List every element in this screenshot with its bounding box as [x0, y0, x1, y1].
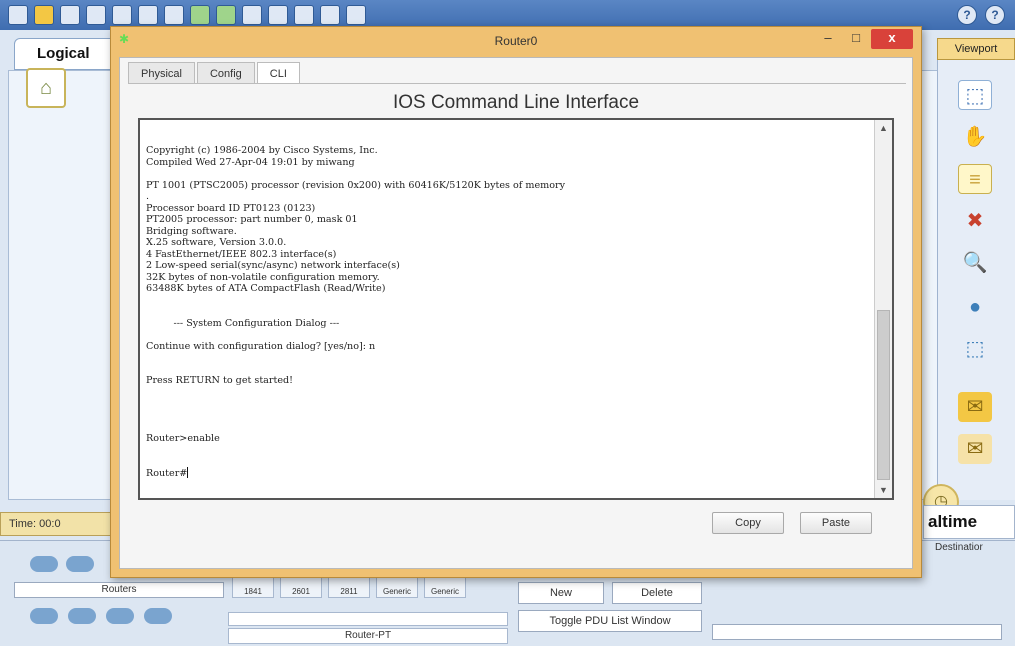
pdu-new-button[interactable]: New [518, 582, 604, 604]
device-name-label: Router-PT [228, 628, 508, 644]
end-device-icon[interactable] [30, 608, 58, 624]
terminal-line: Compiled Wed 27-Apr-04 19:01 by miwang [146, 156, 355, 168]
scroll-thumb[interactable] [877, 310, 890, 480]
custom-device-icon[interactable] [346, 5, 366, 25]
terminal-line: Copyright (c) 1986-2004 by Cisco Systems… [146, 145, 378, 156]
info-icon[interactable]: ? [957, 5, 977, 25]
scroll-down-icon[interactable]: ▼ [875, 482, 892, 498]
zoom-out-icon[interactable] [294, 5, 314, 25]
viewport-tab[interactable]: Viewport [937, 38, 1015, 60]
draw-shape-icon[interactable]: ● [958, 292, 992, 322]
save-icon[interactable] [60, 5, 80, 25]
router-tabs: Physical Config CLI [128, 62, 302, 84]
close-button[interactable]: x [871, 29, 913, 49]
terminal-line: 32K bytes of non-volatile configuration … [146, 271, 380, 283]
text-cursor [187, 467, 189, 478]
terminal-line: PT 1001 (PTSC2005) processor (revision 0… [146, 179, 566, 191]
inspect-icon[interactable]: 🔍 [958, 248, 992, 278]
add-complex-pdu-icon[interactable]: ✉ [958, 434, 992, 464]
open-folder-icon[interactable] [34, 5, 54, 25]
terminal-line: Bridging software. [146, 225, 237, 237]
cloud-icon[interactable] [144, 608, 172, 624]
device-category-label: Routers [14, 582, 224, 598]
toggle-pdu-list-button[interactable]: Toggle PDU List Window [518, 610, 702, 632]
terminal-line: 63488K bytes of ATA CompactFlash (Read/W… [146, 283, 386, 294]
terminal-line: PT2005 processor: part number 0, mask 01 [146, 214, 358, 225]
terminal-line: . [146, 191, 150, 202]
undo-icon[interactable] [190, 5, 210, 25]
maximize-button[interactable]: □ [843, 29, 869, 49]
add-simple-pdu-icon[interactable]: ✉ [958, 392, 992, 422]
terminal-prompt: Router# [146, 468, 188, 479]
cli-terminal[interactable]: Copyright (c) 1986-2004 by Cisco Systems… [138, 118, 894, 500]
terminal-line: Processor board ID PT0123 (0123) [146, 202, 316, 214]
help-icon[interactable]: ? [985, 5, 1005, 25]
copy-icon[interactable] [138, 5, 158, 25]
tab-config[interactable]: Config [196, 62, 255, 84]
terminal-lines: Copyright (c) 1986-2004 by Cisco Systems… [146, 145, 868, 444]
terminal-scrollbar[interactable]: ▲ ▼ [874, 120, 892, 498]
select-tool-icon[interactable]: ⬚ [958, 80, 992, 110]
delete-icon[interactable]: ✖ [958, 206, 992, 236]
terminal-line: Router>enable [146, 432, 220, 444]
zoom-reset-icon[interactable] [268, 5, 288, 25]
terminal-line: --- System Configuration Dialog --- [146, 317, 340, 329]
redo-icon[interactable] [216, 5, 236, 25]
pdu-delete-button[interactable]: Delete [612, 582, 702, 604]
print-icon[interactable] [86, 5, 106, 25]
terminal-output: Copyright (c) 1986-2004 by Cisco Systems… [146, 122, 868, 498]
resize-shape-icon[interactable]: ⬚ [958, 334, 992, 364]
router-window-title: Router0 [494, 34, 538, 48]
terminal-line: 4 FastEthernet/IEEE 802.3 interface(s) [146, 248, 337, 260]
right-tool-panel: ⬚ ✋ ≡ ✖ 🔍 ● ⬚ ✉ ✉ [937, 60, 1015, 500]
copy-button[interactable]: Copy [712, 512, 784, 534]
router-category-icon[interactable] [30, 556, 58, 572]
router-window-body: Physical Config CLI IOS Command Line Int… [119, 57, 913, 569]
paste-icon[interactable] [164, 5, 184, 25]
tab-cli[interactable]: CLI [256, 62, 300, 84]
device-category-row [30, 556, 94, 572]
pdu-list-scrollbar[interactable] [712, 624, 1002, 640]
pc-icon[interactable] [106, 608, 134, 624]
switch-category-icon[interactable] [66, 556, 94, 572]
scroll-up-icon[interactable]: ▲ [875, 120, 892, 136]
terminal-line: X.25 software, Version 3.0.0. [146, 237, 287, 248]
activity-wizard-icon[interactable] [112, 5, 132, 25]
realtime-label[interactable]: altime [923, 505, 1015, 539]
logical-tab[interactable]: Logical [14, 38, 124, 70]
navigation-icon[interactable]: ⌂ [26, 68, 66, 108]
minimize-button[interactable]: – [815, 29, 841, 49]
terminal-prompt-line[interactable]: Router# [146, 467, 868, 480]
new-file-icon[interactable] [8, 5, 28, 25]
terminal-line: Press RETURN to get started! [146, 375, 294, 386]
wireless-icon[interactable] [68, 608, 96, 624]
move-layout-icon[interactable]: ✋ [958, 122, 992, 152]
device-list-scrollbar[interactable] [228, 612, 508, 626]
tab-divider [128, 83, 906, 84]
place-note-icon[interactable]: ≡ [958, 164, 992, 194]
cli-heading: IOS Command Line Interface [392, 92, 640, 113]
palette-icon[interactable] [320, 5, 340, 25]
device-category-row-2 [30, 608, 172, 624]
router-window: ✱ Router0 – □ x Physical Config CLI IOS … [110, 26, 922, 578]
destination-column-header: Destinatior [935, 542, 983, 553]
paste-button[interactable]: Paste [800, 512, 872, 534]
zoom-in-icon[interactable] [242, 5, 262, 25]
tab-physical[interactable]: Physical [128, 62, 195, 84]
terminal-line: 2 Low-speed serial(sync/async) network i… [146, 260, 400, 271]
terminal-line: Continue with configuration dialog? [yes… [146, 340, 376, 352]
time-display: Time: 00:0 [0, 512, 120, 536]
